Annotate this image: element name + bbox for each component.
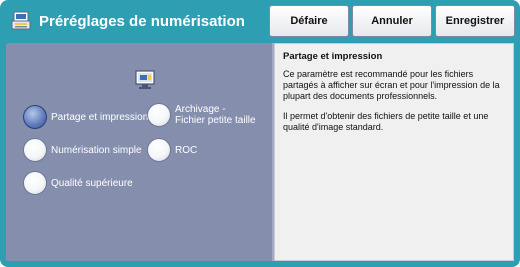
option-label: Archivage - Fichier petite taille (175, 104, 256, 126)
page-title: Préréglages de numérisation (39, 12, 245, 30)
info-panel: Partage et impression Ce paramètre est r… (274, 43, 514, 261)
radio-button[interactable] (147, 103, 171, 127)
scan-presets-window: Préréglages de numérisation Défaire Annu… (0, 0, 520, 267)
option-roc[interactable]: ROC (147, 138, 197, 162)
header-bar: Préréglages de numérisation Défaire Annu… (3, 3, 516, 39)
save-button[interactable]: Enregistrer (435, 5, 515, 37)
info-paragraph: Ce paramètre est recommandé pour les fic… (283, 69, 500, 101)
title-bar: Préréglages de numérisation (3, 3, 265, 39)
radio-button[interactable] (147, 138, 171, 162)
option-archivage-fichier-petite-taille[interactable]: Archivage - Fichier petite taille (147, 103, 257, 127)
option-label: ROC (175, 144, 198, 156)
info-title: Partage et impression (283, 51, 383, 62)
content-area: Partage et impression Archivage - Fichie… (6, 43, 514, 261)
option-label: Partage et impression (51, 111, 149, 123)
option-qualite-superieure[interactable]: Qualité supérieure (23, 171, 133, 195)
option-partage-et-impression[interactable]: Partage et impression (23, 105, 148, 129)
option-numerisation-simple[interactable]: Numérisation simple (23, 138, 142, 162)
option-label: Qualité supérieure (51, 177, 133, 189)
preset-options-panel: Partage et impression Archivage - Fichie… (6, 43, 272, 261)
cancel-button[interactable]: Annuler (352, 5, 432, 37)
radio-button[interactable] (23, 138, 47, 162)
scan-preset-icon (11, 11, 31, 31)
option-label: Numérisation simple (51, 144, 142, 156)
radio-button[interactable] (23, 171, 47, 195)
monitor-icon (134, 69, 156, 91)
undo-button[interactable]: Défaire (269, 5, 349, 37)
radio-button-selected[interactable] (23, 105, 47, 129)
info-paragraph: Il permet d'obtenir des fichiers de peti… (283, 111, 489, 132)
